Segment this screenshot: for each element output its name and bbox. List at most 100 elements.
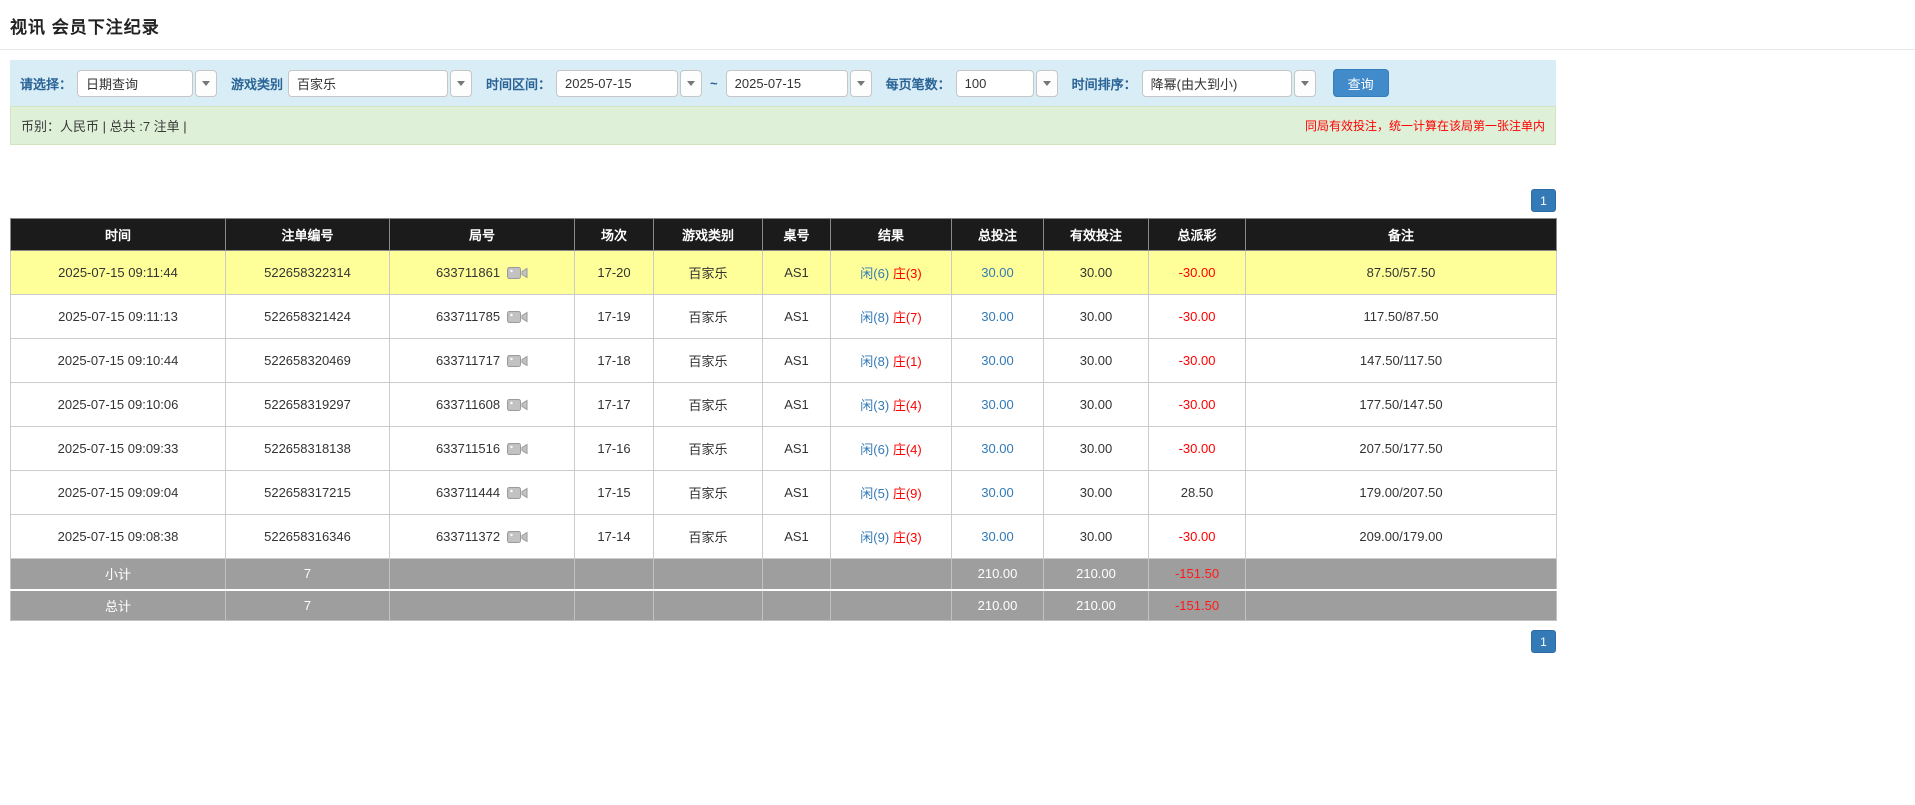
cell-total-bet: 30.00 <box>951 426 1044 471</box>
summary-empty-cell <box>762 588 831 621</box>
total-bet-link[interactable]: 30.00 <box>981 397 1014 412</box>
date-to-dropdown-button[interactable] <box>849 69 872 97</box>
summary-empty-cell <box>762 558 831 590</box>
video-replay-icon[interactable] <box>507 485 528 501</box>
video-replay-icon[interactable] <box>507 265 528 281</box>
table-body: 2025-07-15 09:11:44 522658322314 6337118… <box>10 250 1557 559</box>
total-bet-link[interactable]: 30.00 <box>981 353 1014 368</box>
query-type-label: 请选择： <box>20 76 73 92</box>
cell-game-type: 百家乐 <box>653 250 763 295</box>
summary-notice: 同局有效投注，统一计算在该局第一张注单内 <box>1304 119 1545 133</box>
video-replay-icon[interactable] <box>507 309 528 325</box>
result-banker: 庄(3) <box>892 266 922 281</box>
total-bet-link[interactable]: 30.00 <box>981 265 1014 280</box>
summary-empty-cell <box>389 558 575 590</box>
query-type-input[interactable] <box>77 69 194 97</box>
cell-valid-bet: 30.00 <box>1043 250 1149 295</box>
column-header: 备注 <box>1245 218 1557 251</box>
result-player: 闲(9) <box>860 530 890 545</box>
query-type-dropdown-button[interactable] <box>195 69 218 97</box>
video-replay-icon[interactable] <box>507 529 528 545</box>
summary-empty-cell <box>1245 558 1557 590</box>
time-sort-label: 时间排序： <box>1071 76 1137 92</box>
summary-valid-bet: 210.00 <box>1043 588 1149 621</box>
game-type-label: 游戏类别 <box>231 76 284 92</box>
chevron-down-icon <box>202 80 211 86</box>
column-header: 桌号 <box>762 218 831 251</box>
pagination-top: 1 <box>10 189 1556 212</box>
game-type-input[interactable] <box>288 69 449 97</box>
cell-total-bet: 30.00 <box>951 470 1044 515</box>
date-range-separator: ~ <box>710 75 718 91</box>
result-banker: 庄(4) <box>892 442 922 457</box>
date-to-input[interactable] <box>725 69 848 97</box>
video-replay-icon[interactable] <box>507 441 528 457</box>
cell-remark: 147.50/117.50 <box>1245 338 1557 383</box>
page-size-input[interactable] <box>955 69 1034 97</box>
cell-payout: -30.00 <box>1148 250 1246 295</box>
total-bet-link[interactable]: 30.00 <box>981 441 1014 456</box>
cell-remark: 117.50/87.50 <box>1245 294 1557 339</box>
summary-empty-cell <box>830 558 952 590</box>
cell-bet-id: 522658316346 <box>225 514 390 559</box>
cell-remark: 87.50/57.50 <box>1245 250 1557 295</box>
total-bet-link[interactable]: 30.00 <box>981 309 1014 324</box>
cell-valid-bet: 30.00 <box>1043 426 1149 471</box>
round-number: 633711372 <box>435 529 501 544</box>
cell-table-no: AS1 <box>762 250 831 295</box>
page-size-combobox <box>955 69 1058 97</box>
cell-time: 2025-07-15 09:10:44 <box>10 338 226 383</box>
search-button[interactable]: 查询 <box>1332 69 1389 97</box>
cell-time: 2025-07-15 09:09:33 <box>10 426 226 471</box>
page-1-button[interactable]: 1 <box>1531 189 1556 212</box>
summary-empty-cell <box>830 588 952 621</box>
page-header: 视讯 会员下注纪录 <box>0 0 1915 50</box>
round-number: 633711785 <box>435 309 501 324</box>
table-row: 2025-07-15 09:08:38 522658316346 6337113… <box>10 514 1557 559</box>
summary-bar: 币别：人民币 | 总共 :7 注单 | 同局有效投注，统一计算在该局第一张注单内 <box>10 106 1556 145</box>
cell-valid-bet: 30.00 <box>1043 338 1149 383</box>
time-sort-dropdown-button[interactable] <box>1293 69 1316 97</box>
summary-total-bet: 210.00 <box>951 588 1044 621</box>
cell-remark: 177.50/147.50 <box>1245 382 1557 427</box>
video-replay-icon[interactable] <box>507 353 528 369</box>
cell-table-no: AS1 <box>762 470 831 515</box>
cell-result: 闲(3) 庄(4) <box>830 382 952 427</box>
page-1-button[interactable]: 1 <box>1531 630 1556 653</box>
chevron-down-icon <box>1300 80 1309 86</box>
cell-valid-bet: 30.00 <box>1043 294 1149 339</box>
result-player: 闲(3) <box>860 398 890 413</box>
cell-payout: -30.00 <box>1148 338 1246 383</box>
result-player: 闲(8) <box>860 310 890 325</box>
page-size-dropdown-button[interactable] <box>1035 69 1058 97</box>
date-from-dropdown-button[interactable] <box>680 69 703 97</box>
time-sort-input[interactable] <box>1141 69 1292 97</box>
result-banker: 庄(3) <box>892 530 922 545</box>
round-number: 633711516 <box>435 441 501 456</box>
summary-empty-cell <box>574 588 654 621</box>
video-replay-icon[interactable] <box>507 397 528 413</box>
cell-table-no: AS1 <box>762 514 831 559</box>
total-bet-link[interactable]: 30.00 <box>981 529 1014 544</box>
column-header: 时间 <box>10 218 226 251</box>
date-from-input[interactable] <box>556 69 679 97</box>
chevron-down-icon <box>856 80 865 86</box>
game-type-combobox <box>288 69 473 97</box>
summary-empty-cell <box>653 588 763 621</box>
column-header: 结果 <box>830 218 952 251</box>
game-type-dropdown-button[interactable] <box>450 69 473 97</box>
cell-game-type: 百家乐 <box>653 426 763 471</box>
table-row: 2025-07-15 09:10:44 522658320469 6337117… <box>10 338 1557 383</box>
column-header: 有效投注 <box>1043 218 1149 251</box>
total-bet-link[interactable]: 30.00 <box>981 485 1014 500</box>
cell-total-bet: 30.00 <box>951 514 1044 559</box>
cell-time: 2025-07-15 09:09:04 <box>10 470 226 515</box>
cell-session: 17-15 <box>574 470 654 515</box>
summary-empty-cell <box>1245 588 1557 621</box>
header-row: 时间 注单编号 局号 场次 游戏类别 桌号 结果 总投注 有效投注 总派彩 备注 <box>10 218 1557 251</box>
cell-time: 2025-07-15 09:10:06 <box>10 382 226 427</box>
cell-bet-id: 522658319297 <box>225 382 390 427</box>
cell-result: 闲(6) 庄(3) <box>830 250 952 295</box>
cell-table-no: AS1 <box>762 382 831 427</box>
result-player: 闲(8) <box>860 354 890 369</box>
